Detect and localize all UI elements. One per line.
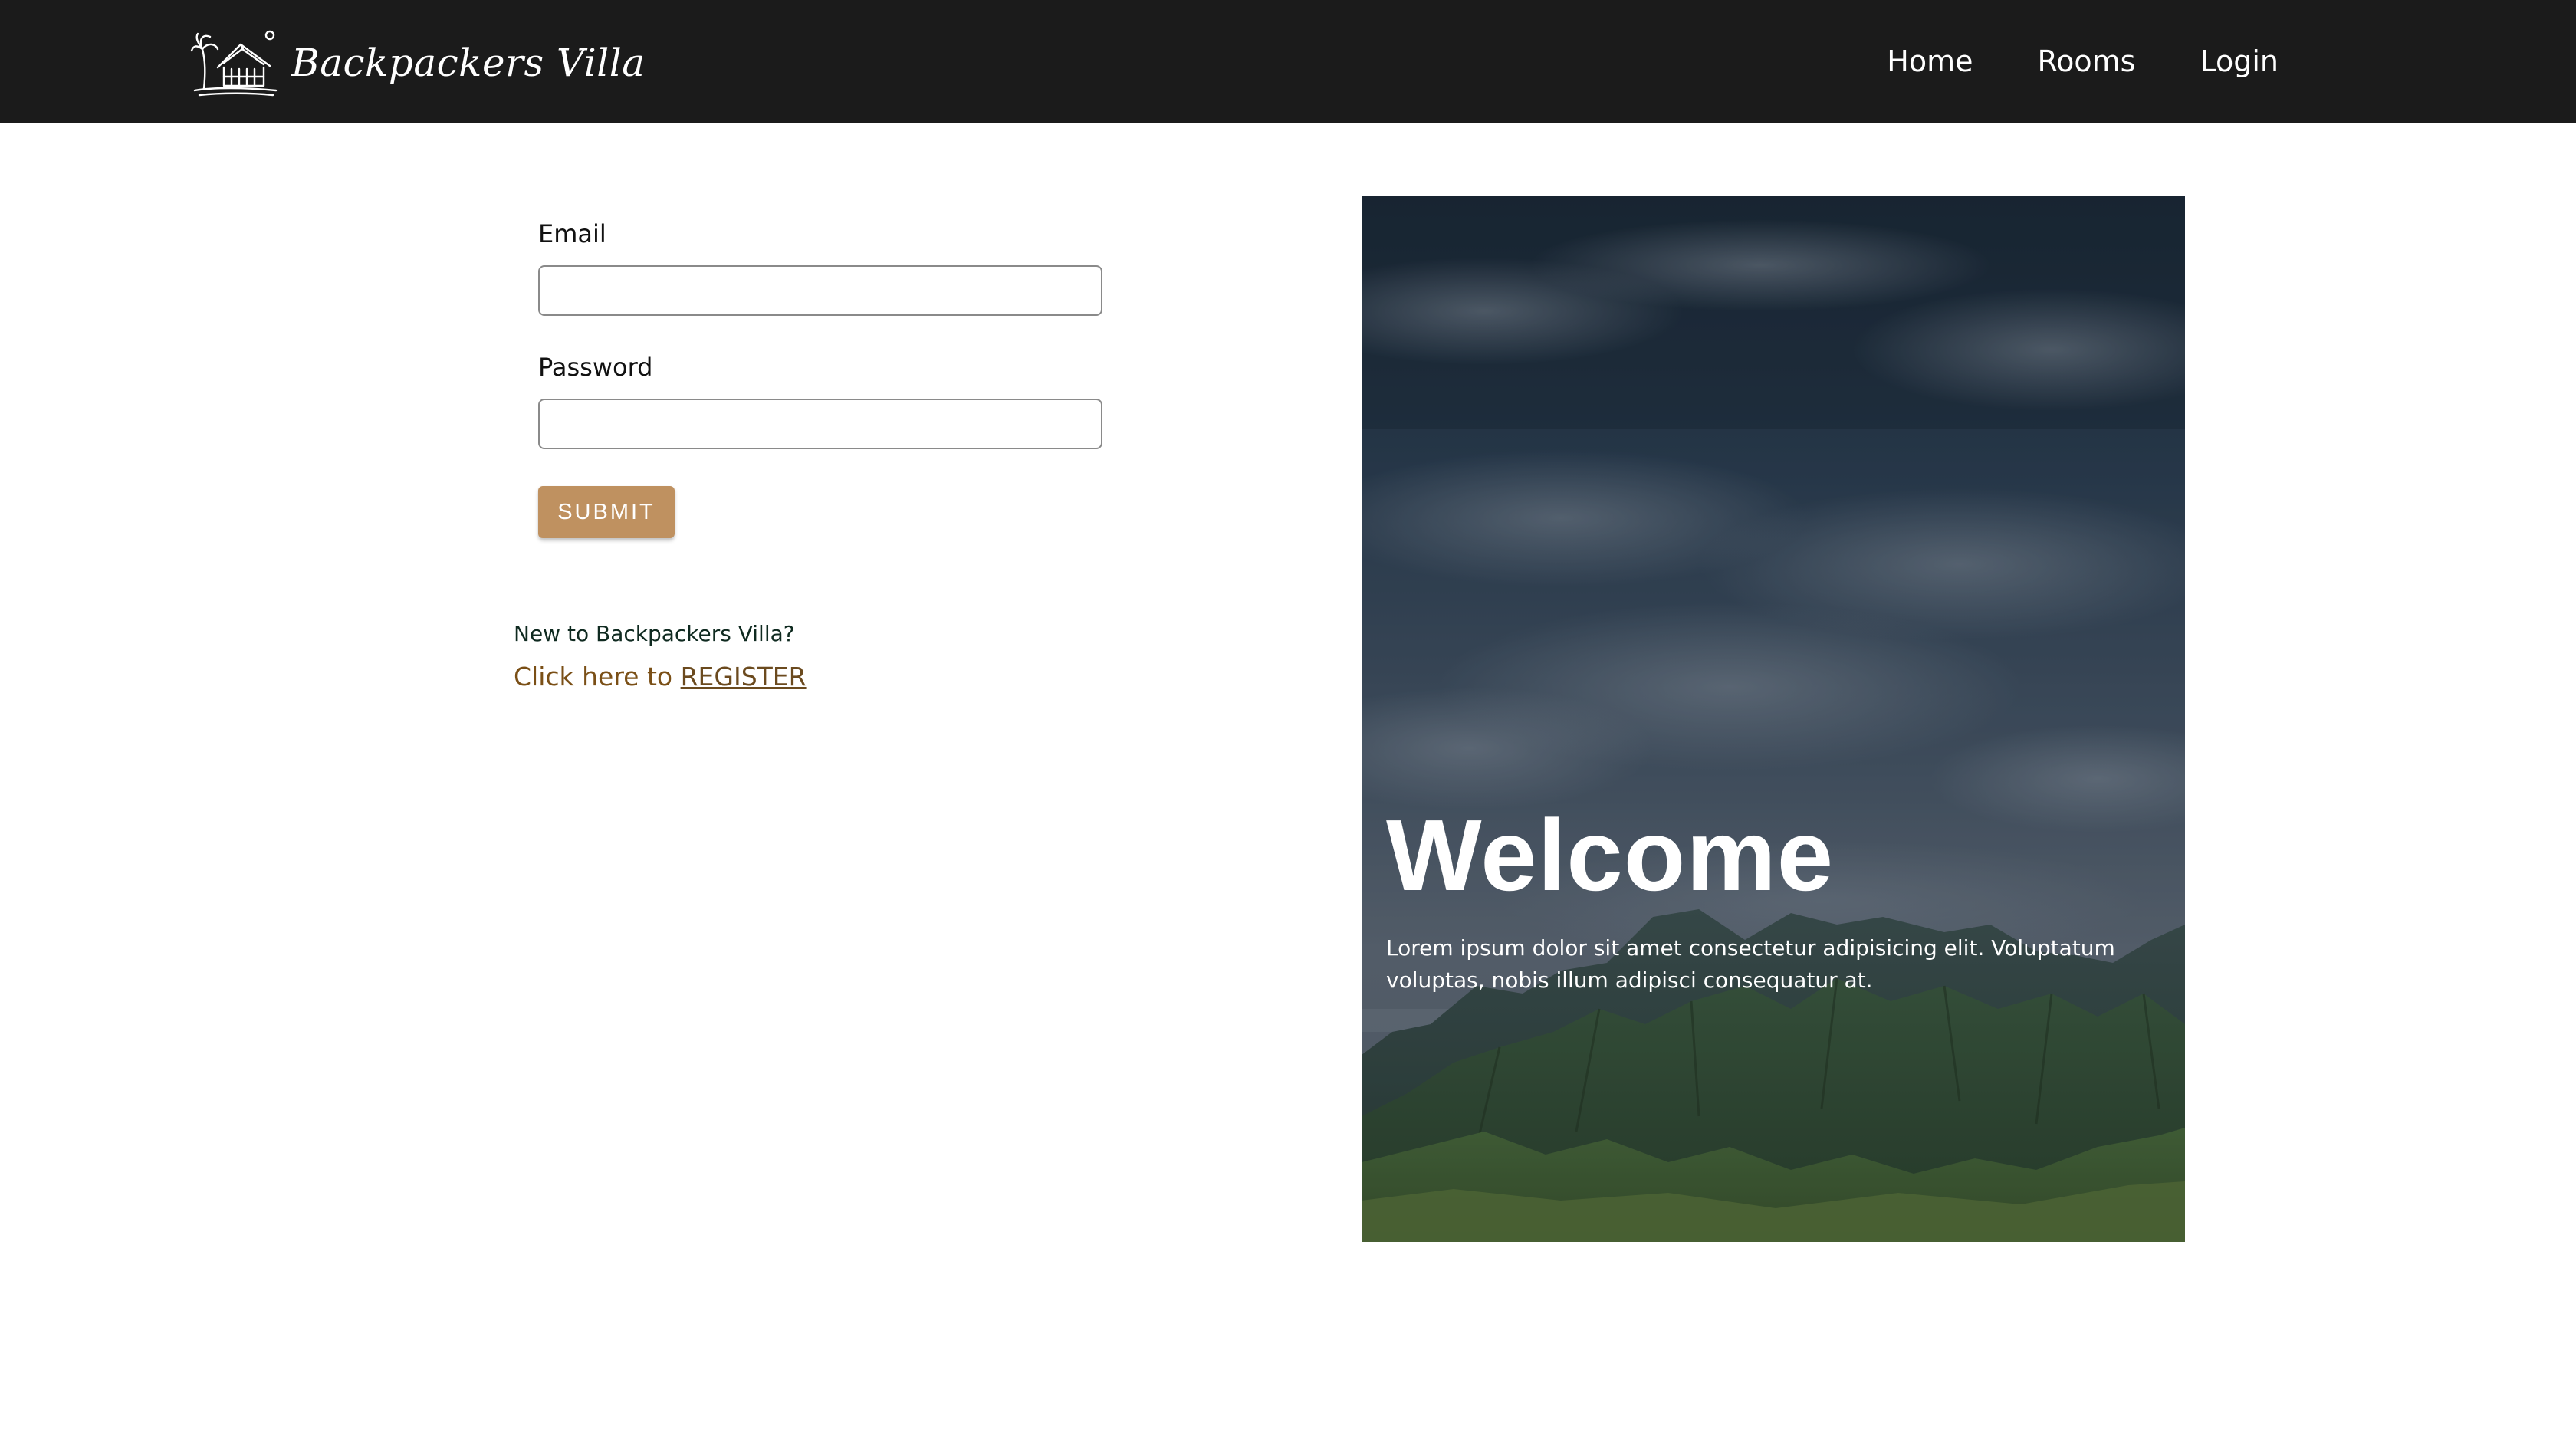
email-label: Email (538, 219, 606, 248)
register-link[interactable]: REGISTER (681, 662, 807, 692)
navbar: Backpackers Villa Home Rooms Login (0, 0, 2576, 123)
beach-house-logo-icon (190, 30, 278, 97)
welcome-hero: Welcome Lorem ipsum dolor sit amet conse… (1362, 196, 2185, 1242)
register-question: New to Backpackers Villa? (514, 621, 795, 646)
mountain-landscape-image (1362, 196, 2185, 1242)
nav-item-rooms[interactable]: Rooms (2037, 44, 2135, 78)
nav-item-home[interactable]: Home (1887, 44, 1973, 78)
register-line: Click here to REGISTER (514, 662, 807, 692)
brand-home-link[interactable]: Backpackers Villa (190, 28, 646, 98)
email-field[interactable] (538, 265, 1102, 316)
login-form: Email Password SUBMIT (538, 219, 1102, 538)
register-prompt: New to Backpackers Villa? Click here to … (514, 621, 807, 692)
nav-item-login[interactable]: Login (2200, 44, 2279, 78)
register-prompt-text: Click here to (514, 662, 673, 692)
password-label: Password (538, 353, 653, 382)
submit-button[interactable]: SUBMIT (538, 486, 675, 538)
password-field[interactable] (538, 399, 1102, 449)
hero-title: Welcome (1386, 799, 1835, 912)
main-nav: Home Rooms Login (1887, 0, 2279, 123)
brand-name: Backpackers Villa (291, 41, 646, 85)
hero-description: Lorem ipsum dolor sit amet consectetur a… (1386, 935, 2115, 993)
